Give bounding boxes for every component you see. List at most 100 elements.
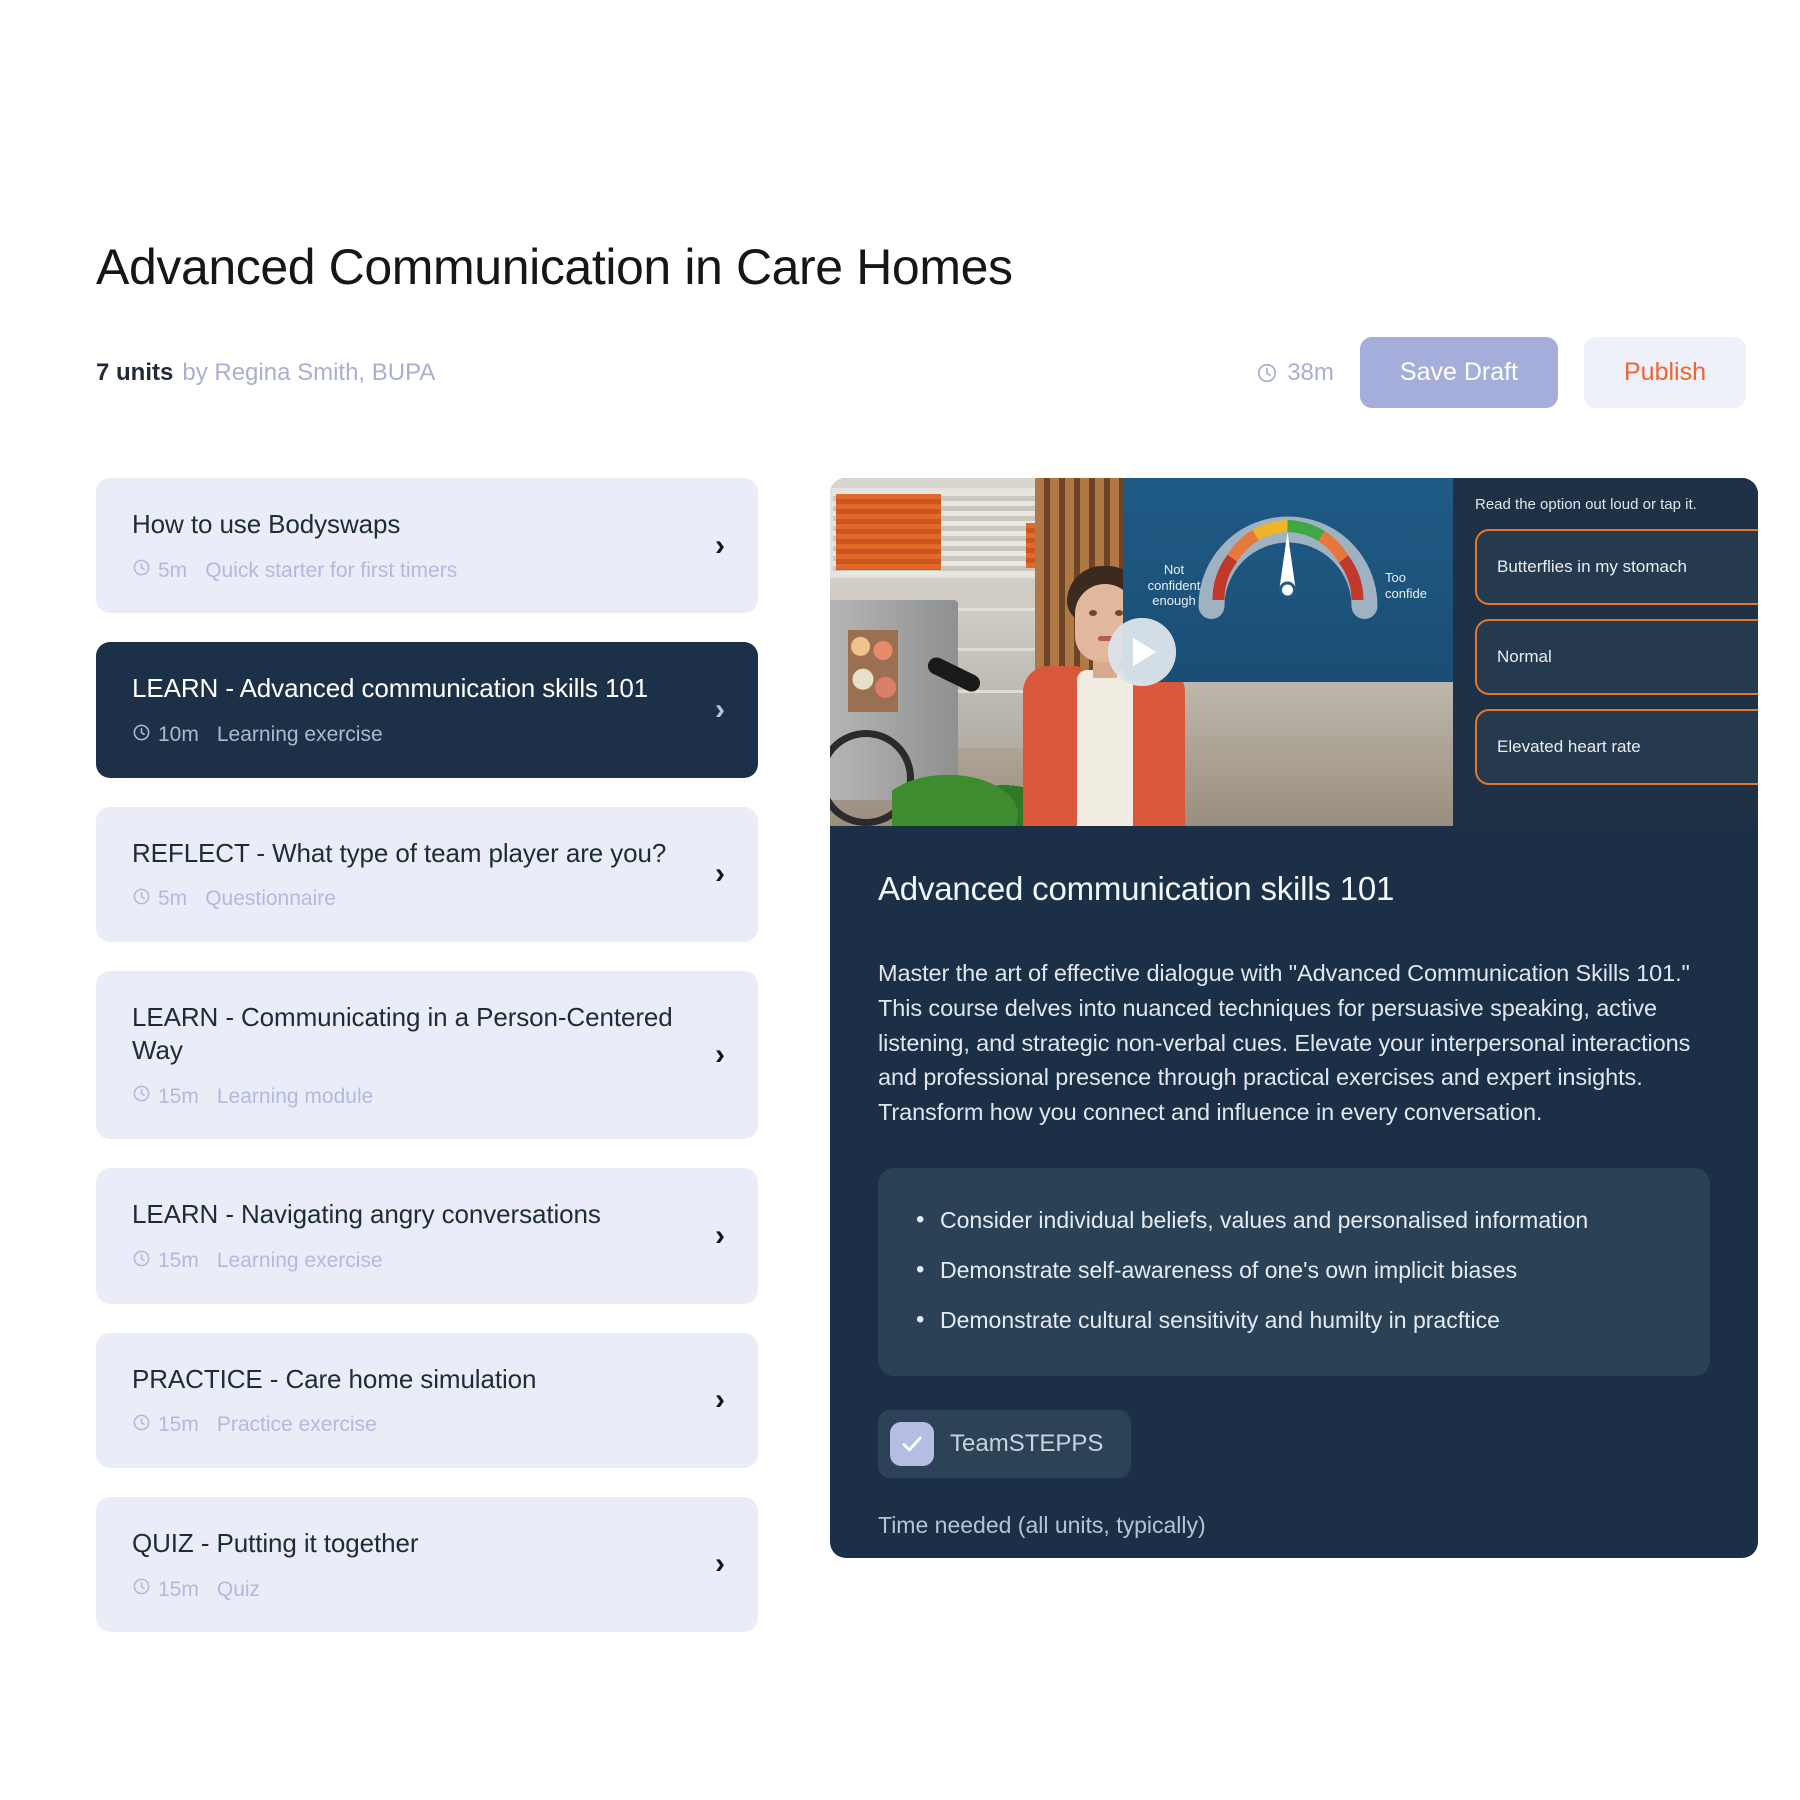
header-actions: 38m Save Draft Publish	[1256, 337, 1746, 408]
units-count: 7 units	[96, 358, 174, 386]
unit-meta: 5m Quick starter for first timers	[132, 558, 684, 583]
chevron-right-icon[interactable]: ›	[715, 1220, 725, 1251]
option-card[interactable]: Elevated heart rate	[1475, 709, 1758, 785]
check-icon	[890, 1421, 934, 1466]
unit-duration-label: 5m	[158, 887, 188, 911]
clock-icon	[132, 723, 151, 748]
time-needed-label: Time needed (all units, typically)	[878, 1511, 1206, 1538]
unit-detail-body: Advanced communication skills 101 Master…	[830, 826, 1758, 1539]
unit-list: How to use Bodyswaps 5m Quick starter fo…	[96, 478, 758, 1661]
framework-tag-row: TeamSTEPPS	[878, 1409, 1710, 1478]
clock-icon	[132, 1413, 151, 1438]
course-editor-page: Advanced Communication in Care Homes 7 u…	[0, 0, 1800, 1800]
unit-meta: 15m Learning exercise	[132, 1249, 684, 1274]
unit-title: REFLECT - What type of team player are y…	[132, 837, 667, 868]
clock-icon	[132, 558, 151, 583]
main-content: How to use Bodyswaps 5m Quick starter fo…	[96, 478, 1758, 1661]
unit-duration-label: 15m	[158, 1413, 199, 1437]
option-card[interactable]: Butterflies in my stomach	[1475, 529, 1758, 605]
chevron-right-icon[interactable]: ›	[715, 1385, 725, 1415]
unit-card-active[interactable]: LEARN - Advanced communication skills 10…	[96, 642, 758, 778]
chevron-right-icon[interactable]: ›	[715, 530, 725, 561]
unit-duration: 5m	[132, 558, 187, 583]
total-duration: 38m	[1256, 359, 1334, 387]
list-item: Demonstrate cultural sensitivity and hum…	[914, 1296, 1674, 1346]
clock-icon	[132, 1084, 151, 1109]
chevron-right-icon[interactable]: ›	[715, 694, 725, 725]
unit-title: LEARN - Navigating angry conversations	[132, 1199, 601, 1230]
unit-duration: 15m	[132, 1249, 199, 1274]
framework-tag[interactable]: TeamSTEPPS	[878, 1409, 1132, 1478]
header-meta-row: 7 units by Regina Smith, BUPA 38m Save D…	[96, 337, 1746, 408]
unit-duration-label: 15m	[158, 1084, 199, 1108]
unit-meta: 15m Practice exercise	[132, 1413, 684, 1438]
play-button-inner	[1107, 618, 1176, 686]
chevron-right-icon[interactable]: ›	[715, 859, 725, 889]
save-draft-button[interactable]: Save Draft	[1359, 337, 1558, 408]
page-title: Advanced Communication in Care Homes	[96, 239, 1013, 295]
unit-card[interactable]: QUIZ - Putting it together 15m Quiz ›	[96, 1496, 758, 1633]
unit-type: Learning exercise	[216, 1249, 383, 1273]
avatar-shirt	[1077, 670, 1133, 826]
options-hint: Read the option out loud or tap it.	[1475, 496, 1697, 513]
unit-duration: 5m	[132, 887, 187, 912]
list-item: Demonstrate self-awareness of one's own …	[914, 1246, 1674, 1296]
page-header: Advanced Communication in Care Homes 7 u…	[96, 240, 1746, 408]
unit-meta: 10m Learning exercise	[132, 723, 684, 748]
unit-type: Learning exercise	[216, 723, 383, 747]
content-columns: How to use Bodyswaps 5m Quick starter fo…	[96, 478, 1758, 1661]
unit-card[interactable]: REFLECT - What type of team player are y…	[96, 806, 758, 942]
chevron-right-icon[interactable]: ›	[715, 1040, 725, 1070]
unit-duration: 15m	[132, 1577, 199, 1602]
unit-type: Quiz	[216, 1577, 261, 1601]
unit-card[interactable]: How to use Bodyswaps 5m Quick starter fo…	[96, 478, 758, 614]
unit-duration-label: 10m	[158, 723, 199, 747]
scene-shelf-books	[836, 494, 941, 570]
unit-type: Learning module	[216, 1084, 374, 1108]
gauge-label-low: Not confident enough	[1147, 562, 1201, 609]
avatar-eye-right	[1115, 610, 1123, 616]
option-card[interactable]: Normal	[1475, 619, 1758, 695]
learning-objectives-box: Consider individual beliefs, values and …	[878, 1167, 1710, 1376]
total-duration-label: 38m	[1287, 358, 1334, 386]
publish-button[interactable]: Publish	[1584, 337, 1746, 408]
unit-duration: 10m	[132, 723, 199, 748]
play-button-icon[interactable]	[1107, 618, 1176, 686]
unit-title: PRACTICE - Care home simulation	[132, 1363, 537, 1394]
unit-type: Questionnaire	[205, 887, 336, 911]
unit-card[interactable]: LEARN - Navigating angry conversations 1…	[96, 1168, 758, 1304]
play-triangle	[1133, 638, 1156, 666]
unit-meta: 5m Questionnaire	[132, 887, 684, 912]
unit-title: How to use Bodyswaps	[132, 509, 401, 539]
framework-tag-label: TeamSTEPPS	[950, 1429, 1104, 1457]
unit-title: QUIZ - Putting it together	[132, 1527, 419, 1558]
avatar-jacket-left	[1023, 666, 1085, 826]
unit-duration-label: 15m	[158, 1249, 199, 1273]
unit-meta: 15m Quiz	[132, 1577, 684, 1602]
unit-detail-title: Advanced communication skills 101	[878, 870, 1395, 907]
learning-objectives-list: Consider individual beliefs, values and …	[914, 1196, 1674, 1346]
unit-detail-description: Master the art of effective dialogue wit…	[878, 960, 1691, 1126]
unit-duration-label: 5m	[158, 558, 188, 582]
clock-icon	[132, 887, 151, 912]
clock-icon	[132, 1577, 151, 1602]
unit-card[interactable]: PRACTICE - Care home simulation 15m Prac…	[96, 1332, 758, 1468]
unit-preview: Not confident enough Too confide Read the o…	[830, 478, 1758, 826]
clock-icon	[132, 1249, 151, 1274]
avatar-eye-left	[1089, 610, 1097, 616]
unit-detail-panel: Not confident enough Too confide Read the o…	[830, 478, 1758, 1558]
list-item: Consider individual beliefs, values and …	[914, 1196, 1674, 1246]
scene-fridge-display	[848, 630, 898, 712]
clock-icon	[1256, 362, 1278, 384]
simulation-scene-image: Not confident enough Too confide	[830, 478, 1453, 826]
gauge-label-high: Too confide	[1385, 570, 1427, 601]
unit-duration: 15m	[132, 1413, 199, 1438]
unit-title: LEARN - Communicating in a Person-Center…	[132, 1001, 673, 1066]
unit-type: Quick starter for first timers	[205, 558, 458, 582]
unit-card[interactable]: LEARN - Communicating in a Person-Center…	[96, 970, 758, 1140]
chevron-right-icon[interactable]: ›	[715, 1549, 725, 1579]
unit-duration-label: 15m	[158, 1577, 199, 1601]
unit-title: LEARN - Advanced communication skills 10…	[132, 673, 649, 704]
unit-meta: 15m Learning module	[132, 1084, 684, 1109]
unit-type: Practice exercise	[216, 1413, 377, 1437]
